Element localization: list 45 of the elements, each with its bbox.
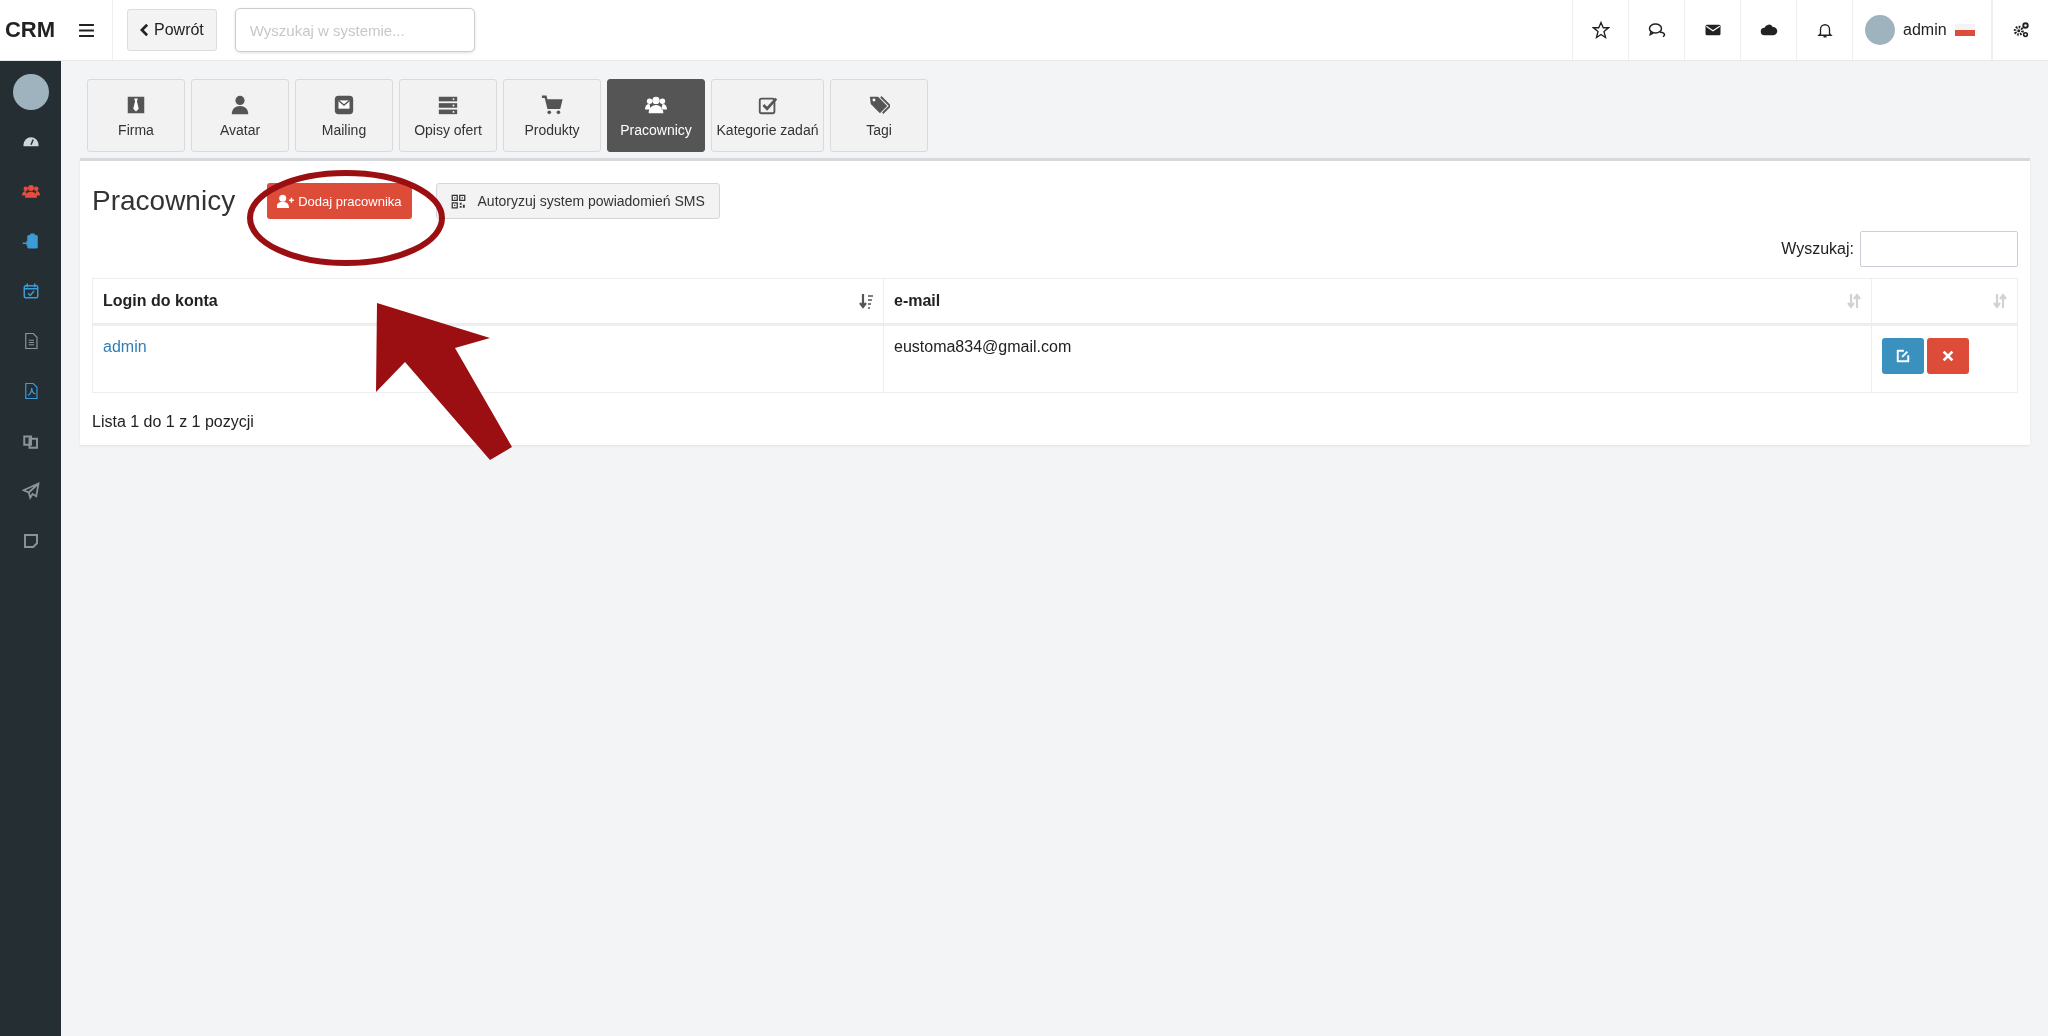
settings-icon[interactable]	[2011, 21, 2030, 39]
sidebar-icon[interactable]	[21, 232, 40, 250]
qr-code-icon	[450, 193, 466, 209]
menu-icon[interactable]	[78, 23, 94, 37]
star-icon[interactable]	[1591, 21, 1610, 39]
avatar[interactable]	[12, 74, 49, 110]
search-label: Wyszukaj:	[1781, 240, 1854, 258]
settings-tab[interactable]: Opisy ofert	[399, 79, 497, 152]
chat-icon[interactable]	[1647, 21, 1666, 39]
add-employee-button[interactable]: Dodaj pracownika	[267, 183, 412, 219]
edit-icon	[1896, 349, 1910, 363]
user-menu[interactable]: admin	[1852, 0, 1992, 60]
envelope-icon	[333, 93, 355, 116]
flag-icon	[1954, 24, 1975, 36]
table-info: Lista 1 do 1 z 1 pozycji	[92, 413, 255, 431]
settings-tab[interactable]: Produkty	[503, 79, 601, 152]
sidebar-icon[interactable]	[21, 482, 40, 500]
sms-auth-button[interactable]: Autoryzuj system powiadomień SMS	[435, 183, 720, 219]
cart-icon	[541, 93, 563, 116]
sidebar-icon[interactable]	[21, 532, 40, 550]
user-name: admin	[1903, 21, 1947, 39]
settings-tab[interactable]: Tagi	[830, 79, 928, 152]
user-icon	[229, 93, 251, 116]
avatar	[1865, 15, 1895, 45]
login-link[interactable]: admin	[103, 338, 147, 355]
settings-tab[interactable]: Mailing	[295, 79, 393, 152]
settings-tab[interactable]: Pracownicy	[607, 79, 705, 152]
edit-button[interactable]	[1882, 338, 1924, 374]
sidebar-icon[interactable]	[21, 282, 40, 300]
add-user-icon	[277, 194, 295, 208]
chevron-left-icon	[140, 23, 149, 37]
tags-icon	[868, 93, 890, 116]
app-logo: CRM	[4, 17, 56, 43]
settings-tab[interactable]: Firma	[87, 79, 185, 152]
delete-button[interactable]	[1927, 338, 1969, 374]
back-button[interactable]: Powrót	[127, 9, 217, 51]
page-title: Pracownicy	[92, 185, 236, 217]
settings-tab[interactable]: Kategorie zadań	[711, 79, 824, 152]
search-field[interactable]: Wyszukaj w systemie...	[234, 8, 475, 52]
column-header[interactable]: e-mail	[883, 278, 1872, 325]
settings-tab[interactable]: Avatar	[191, 79, 289, 152]
close-icon	[1941, 349, 1955, 363]
table-cell: eustoma834@gmail.com	[883, 324, 1872, 393]
bell-icon[interactable]	[1815, 21, 1834, 39]
table-search-field[interactable]	[1860, 231, 2018, 267]
